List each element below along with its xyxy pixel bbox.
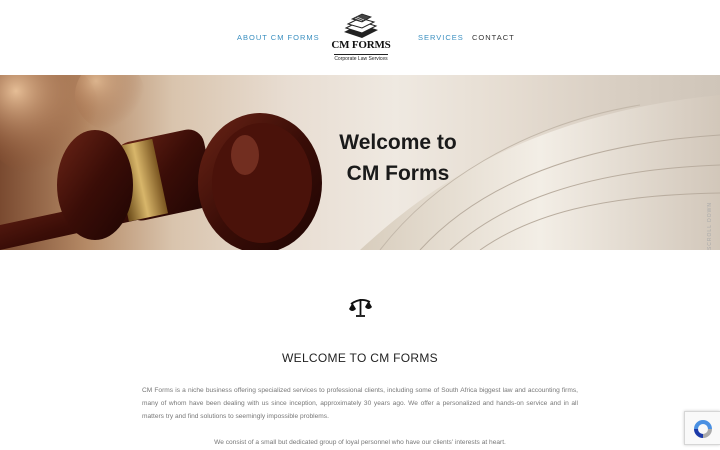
team-paragraph: We consist of a small but dedicated grou… xyxy=(214,439,506,446)
nav-contact-link[interactable]: CONTACT xyxy=(472,33,515,42)
books-logo-icon xyxy=(344,13,378,38)
recaptcha-icon xyxy=(694,420,712,438)
section-heading: WELCOME TO CM FORMS xyxy=(282,351,438,365)
site-logo[interactable]: CM FORMS Corporate Law Services xyxy=(330,12,392,64)
hero-title-line2: CM Forms xyxy=(346,162,450,185)
logo-tagline: Corporate Law Services xyxy=(334,56,388,62)
logo-title: CM FORMS xyxy=(331,39,391,51)
hero-title: Welcome to CM Forms xyxy=(300,127,496,189)
nav-services-link[interactable]: SERVICES xyxy=(418,33,464,42)
hero-banner: Welcome to CM Forms xyxy=(0,75,720,250)
scroll-down-label: SCROLL DOWN xyxy=(707,201,714,251)
site-header: ABOUT CM FORMS CM FORMS Corporate Law Se… xyxy=(0,0,720,75)
hero-title-line1: Welcome to xyxy=(339,131,457,154)
scroll-down-indicator[interactable]: SCROLL DOWN xyxy=(700,201,720,255)
scales-of-justice-icon xyxy=(349,299,372,317)
nav-about-link[interactable]: ABOUT CM FORMS xyxy=(237,33,320,42)
logo-divider xyxy=(334,54,388,55)
intro-paragraph: CM Forms is a niche business offering sp… xyxy=(142,387,578,420)
recaptcha-badge[interactable] xyxy=(684,411,720,445)
